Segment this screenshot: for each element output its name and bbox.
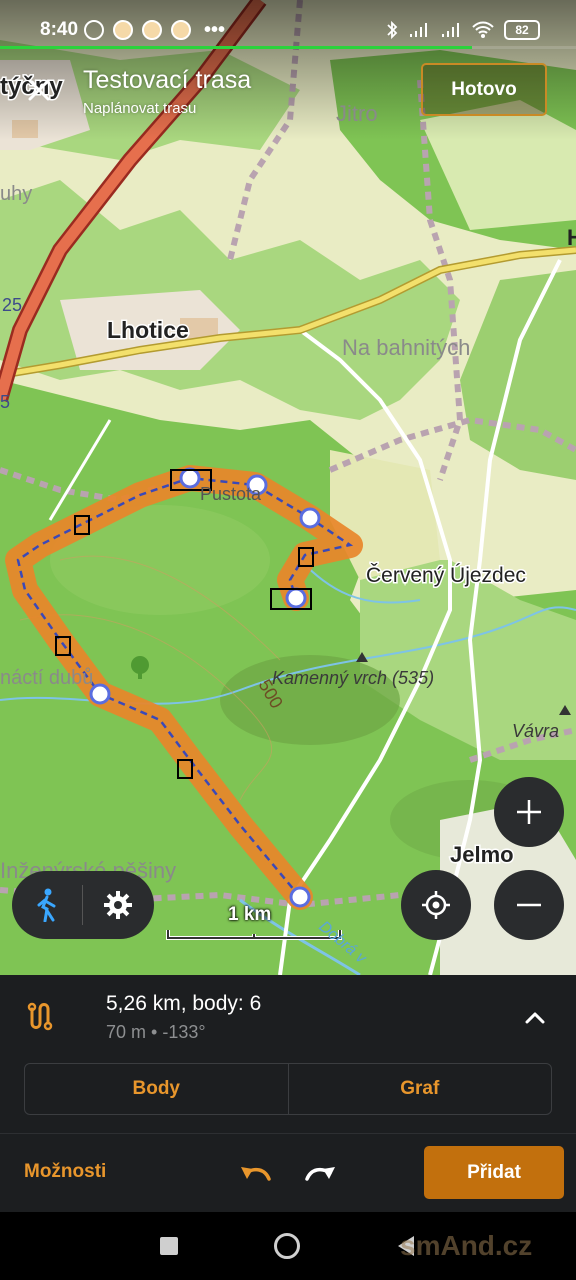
map-label: 25	[2, 295, 22, 315]
chevron-up-icon[interactable]	[522, 1005, 548, 1031]
clock: 8:40	[40, 19, 79, 40]
minus-icon	[517, 903, 541, 907]
route-point[interactable]	[89, 683, 111, 705]
plus-icon	[517, 800, 541, 824]
screen: týčny Jitro uhy 25 5 Lhotice Na bahnitýc…	[0, 0, 576, 1280]
add-point-button[interactable]: Přidat	[424, 1146, 564, 1199]
watermark: smAnd.cz	[400, 1230, 533, 1261]
map-label: náctí dubů	[0, 667, 93, 689]
route-point[interactable]	[289, 886, 311, 908]
done-button[interactable]: Hotovo	[421, 63, 547, 116]
zoom-in-button[interactable]	[494, 777, 564, 847]
my-location-button[interactable]	[401, 870, 471, 940]
signal-icon	[442, 23, 459, 37]
recents-button[interactable]	[160, 1237, 178, 1255]
more-notifications-icon: •••	[204, 19, 226, 41]
map-scale-label: 1 km	[228, 904, 272, 925]
map-label: Jelmo	[450, 842, 514, 867]
undo-icon[interactable]	[238, 1159, 274, 1187]
map-label: H	[567, 225, 576, 250]
map-label: Lhotice	[107, 317, 189, 343]
app-notification-icon	[142, 20, 162, 40]
redo-icon[interactable]	[302, 1159, 338, 1187]
close-icon[interactable]	[24, 75, 54, 105]
my-location-icon	[422, 891, 450, 919]
app-notification-icon	[113, 20, 133, 40]
route-title: Testovací trasa	[83, 66, 252, 94]
route-point[interactable]	[179, 467, 201, 489]
plan-route-header: Testovací trasa Naplánovat trasu Hotovo	[0, 50, 576, 130]
map-view[interactable]: týčny Jitro uhy 25 5 Lhotice Na bahnitýc…	[0, 0, 576, 975]
alarm-icon	[84, 20, 104, 40]
route-summary: 5,26 km, body: 6	[106, 992, 262, 1015]
route-icon	[27, 1002, 53, 1031]
tab-points[interactable]: Body	[25, 1064, 288, 1114]
tab-graph[interactable]: Graf	[289, 1064, 552, 1114]
zoom-out-button[interactable]	[494, 870, 564, 940]
pedestrian-icon	[37, 888, 56, 922]
map-canvas[interactable]: týčny Jitro uhy 25 5 Lhotice Na bahnitýc…	[0, 0, 576, 975]
map-label: Na bahnitých	[342, 335, 470, 360]
signal-icon	[410, 23, 427, 37]
panel-tabs: Body Graf	[24, 1063, 552, 1115]
loading-progress	[0, 46, 576, 49]
system-navigation-bar: smAnd.cz	[0, 1212, 576, 1280]
map-label: uhy	[0, 183, 32, 205]
map-label: Pustota	[200, 484, 262, 504]
gear-icon	[104, 891, 132, 919]
bluetooth-icon	[387, 20, 398, 40]
route-panel: 5,26 km, body: 6 70 m • -133° Body Graf …	[0, 975, 576, 1212]
map-label: Červený Újezdec	[366, 564, 526, 587]
route-mode-control	[12, 871, 154, 939]
battery-icon: 82	[504, 20, 540, 40]
route-point[interactable]	[285, 587, 307, 609]
options-button[interactable]: Možnosti	[24, 1161, 106, 1183]
profile-button[interactable]	[12, 871, 82, 939]
wifi-icon	[472, 21, 494, 38]
app-notification-icon	[171, 20, 191, 40]
home-button[interactable]	[274, 1233, 300, 1259]
divider	[0, 1133, 576, 1134]
route-point[interactable]	[299, 507, 321, 529]
map-label: Kamenný vrch (535)	[272, 668, 434, 688]
map-label: Vávra	[512, 721, 559, 741]
route-subtitle: Naplánovat trasu	[83, 100, 197, 117]
route-settings-button[interactable]	[83, 871, 153, 939]
map-label: 5	[0, 392, 10, 412]
route-segment-info: 70 m • -133°	[106, 1022, 206, 1042]
